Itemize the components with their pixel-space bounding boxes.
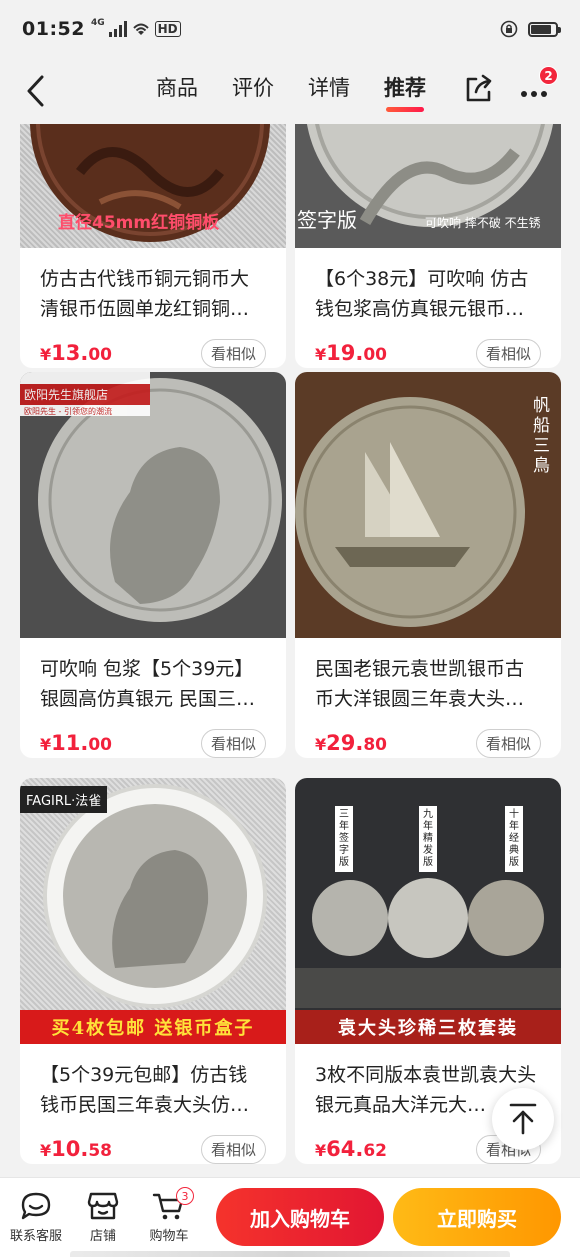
product-card[interactable]: FAGIRL·法雀 买4枚包邮 送银币盒子 【5个39元包邮】仿古钱钱币民国三年… (20, 778, 286, 1164)
product-card[interactable]: 直径45mm红铜铜板 仿古古代钱币铜元铜币大清银币伍圆单龙红铜铜… ¥13.00… (20, 124, 286, 368)
tab-reviews[interactable]: 评价 (232, 72, 274, 110)
recommend-feed[interactable]: 直径45mm红铜铜板 仿古古代钱币铜元铜币大清银币伍圆单龙红铜铜… ¥13.00… (0, 124, 580, 1177)
store-banner: 欧阳先生旗舰店 欧阳先生 - 引领您的潮流 (20, 372, 150, 416)
back-button[interactable] (0, 58, 70, 124)
scroll-to-top-button[interactable] (492, 1088, 554, 1150)
hd-label: HD (154, 21, 181, 37)
product-image: 签字版 可吹响 摔不破 不生锈 (295, 124, 561, 248)
boxed-coin-image (43, 784, 267, 1008)
coin-label-1: 三年签字版 (335, 806, 353, 872)
share-icon (466, 74, 492, 102)
find-similar-button[interactable]: 看相似 (475, 338, 541, 368)
status-time: 01:52 (22, 18, 85, 40)
tab-product[interactable]: 商品 (156, 72, 198, 110)
product-image: 直径45mm红铜铜板 (20, 124, 286, 248)
find-similar-button[interactable]: 看相似 (475, 728, 541, 758)
lock-rotation-icon (500, 20, 518, 38)
customer-service-button[interactable]: 联系客服 (2, 1191, 70, 1244)
home-indicator (70, 1251, 510, 1257)
cart-count-badge: 3 (176, 1187, 194, 1205)
product-nav-bar: 商品 评价 详情 推荐 2 (0, 58, 580, 124)
image-caption-secondary: 欧阳先生 - 引领您的潮流 (24, 407, 112, 416)
product-image: 三年签字版 九年精发版 十年经典版 袁大头珍稀三枚套装 (295, 778, 561, 1044)
product-image: 帆船三鳥 (295, 372, 561, 638)
product-footer: ¥19.00 看相似 (295, 338, 561, 368)
product-title: 仿古古代钱币铜元铜币大清银币伍圆单龙红铜铜… (40, 268, 250, 320)
product-title: 可吹响 包浆【5个39元】银圆高仿真银元 民国三… (40, 658, 256, 710)
product-image: 欧阳先生旗舰店 欧阳先生 - 引领您的潮流 (20, 372, 286, 638)
product-card[interactable]: 欧阳先生旗舰店 欧阳先生 - 引领您的潮流 可吹响 包浆【5个39元】银圆高仿真… (20, 372, 286, 758)
product-price: ¥10.58 (40, 1137, 113, 1161)
network-label: 4G (90, 18, 105, 28)
bottom-action-bar: 联系客服 店铺 3 购物车 加入购物车 立即购买 (0, 1177, 580, 1257)
image-caption: 直径45mm红铜铜板 (58, 213, 220, 233)
signal-icon (108, 21, 127, 37)
product-price: ¥13.00 (40, 341, 113, 365)
share-button[interactable] (462, 72, 496, 106)
wifi-icon (132, 23, 149, 35)
tab-details[interactable]: 详情 (308, 72, 350, 110)
product-card[interactable]: 帆船三鳥 民国老银元袁世凯银币古币大洋银圆三年袁大头… ¥29.80 看相似 (295, 372, 561, 758)
store-icon (87, 1192, 119, 1220)
nav-tabs: 商品 评价 详情 推荐 (156, 72, 426, 112)
product-title: 民国老银元袁世凯银币古币大洋银圆三年袁大头… (315, 658, 525, 710)
coin-label-2: 九年精发版 (419, 806, 437, 872)
chat-icon (21, 1192, 51, 1220)
product-footer: ¥13.00 看相似 (20, 338, 286, 368)
cart-button[interactable]: 3 购物车 (136, 1187, 202, 1244)
chevron-left-icon (27, 75, 44, 107)
product-price: ¥64.62 (315, 1137, 388, 1161)
product-price: ¥11.00 (40, 731, 113, 755)
product-card[interactable]: 签字版 可吹响 摔不破 不生锈 【6个38元】可吹响 仿古钱包浆高仿真银元银币…… (295, 124, 561, 368)
product-footer: ¥10.58 看相似 (20, 1134, 286, 1164)
add-to-cart-button[interactable]: 加入购物车 (216, 1188, 384, 1246)
promo-banner: 袁大头珍稀三枚套装 (295, 1010, 561, 1044)
notification-badge: 2 (539, 66, 558, 85)
status-right (500, 20, 561, 38)
buy-now-button[interactable]: 立即购买 (393, 1188, 561, 1246)
store-label: 店铺 (89, 1229, 116, 1244)
more-button[interactable]: 2 (518, 66, 558, 106)
product-price: ¥29.80 (315, 731, 388, 755)
product-footer: ¥29.80 看相似 (295, 728, 561, 758)
find-similar-button[interactable]: 看相似 (200, 338, 266, 368)
product-footer: ¥11.00 看相似 (20, 728, 286, 758)
image-caption: FAGIRL·法雀 (20, 786, 108, 813)
image-caption-secondary: 可吹响 摔不破 不生锈 (425, 216, 541, 230)
arrow-up-icon (509, 1103, 537, 1135)
image-caption: 帆船三鳥 (533, 396, 550, 476)
image-caption: 签字版 (297, 208, 357, 232)
coin-label-3: 十年经典版 (505, 806, 523, 872)
find-similar-button[interactable]: 看相似 (200, 1134, 266, 1164)
customer-service-label: 联系客服 (9, 1229, 62, 1244)
product-title: 【5个39元包邮】仿古钱钱币民国三年袁大头仿… (40, 1064, 250, 1116)
tab-recommend[interactable]: 推荐 (384, 72, 426, 112)
status-bar: 01:52 4G HD (0, 0, 580, 58)
cart-label: 购物车 (149, 1229, 189, 1244)
store-button[interactable]: 店铺 (70, 1191, 136, 1244)
image-caption: 欧阳先生旗舰店 (20, 384, 150, 405)
battery-icon (528, 21, 561, 37)
find-similar-button[interactable]: 看相似 (200, 728, 266, 758)
product-image: FAGIRL·法雀 买4枚包邮 送银币盒子 (20, 778, 286, 1044)
promo-banner: 买4枚包邮 送银币盒子 (20, 1010, 286, 1044)
sailboat-coin-image (295, 397, 525, 627)
product-price: ¥19.00 (315, 341, 388, 365)
status-icons: 4G HD (90, 18, 181, 37)
product-title: 【6个38元】可吹响 仿古钱包浆高仿真银元银币… (315, 268, 529, 320)
